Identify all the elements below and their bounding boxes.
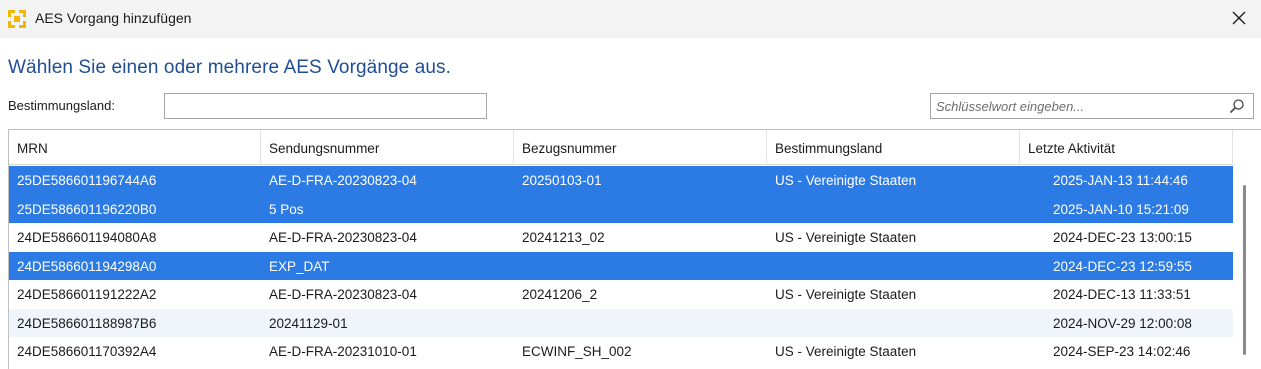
- cell-sendungsnummer: AE-D-FRA-20230823-04: [269, 230, 417, 245]
- scrollbar-thumb[interactable]: [1243, 185, 1246, 355]
- cell-bestimmungsland: US - Vereinigte Staaten: [775, 287, 917, 302]
- cell-mrn: 25DE586601196744A6: [17, 173, 157, 188]
- cell-bezugsnummer: 20241206_2: [522, 287, 598, 302]
- vertical-scrollbar[interactable]: [1233, 130, 1261, 369]
- bestimmungsland-label: Bestimmungsland:: [8, 98, 115, 113]
- table-row[interactable]: 24DE586601170392A4 AE-D-FRA-20231010-01 EC…: [9, 337, 1233, 366]
- column-header-letzte-aktivitaet[interactable]: Letzte Aktivität: [1020, 130, 1233, 165]
- aes-logo-icon: [8, 10, 26, 28]
- title-bar: AES Vorgang hinzufügen: [0, 0, 1261, 38]
- column-header-bezugsnummer[interactable]: Bezugsnummer: [514, 130, 767, 165]
- close-icon: [1232, 11, 1246, 25]
- search-box[interactable]: [930, 93, 1254, 119]
- cell-letzte-aktivitaet: 2024-DEC-23 12:59:55: [1053, 258, 1192, 274]
- cell-sendungsnummer: AE-D-FRA-20231010-01: [269, 344, 417, 359]
- cell-mrn: 24DE586601188987B6: [17, 315, 157, 331]
- cell-bestimmungsland: US - Vereinigte Staaten: [775, 230, 917, 245]
- window-title: AES Vorgang hinzufügen: [35, 10, 192, 26]
- column-header-sendungsnummer[interactable]: Sendungsnummer: [261, 130, 514, 165]
- cell-letzte-aktivitaet: 2024-NOV-29 12:00:08: [1053, 315, 1192, 331]
- table-row[interactable]: 24DE586601194298A0 EXP_DAT 2024-DEC-23 12:…: [9, 251, 1233, 280]
- table-row[interactable]: 24DE586601188987B6 20241129-01 2024-NOV-29…: [9, 308, 1233, 337]
- cell-mrn: 24DE586601191222A2: [17, 287, 157, 302]
- cell-sendungsnummer: EXP_DAT: [269, 258, 330, 274]
- cell-letzte-aktivitaet: 2024-SEP-23 14:02:46: [1053, 344, 1191, 359]
- column-header-mrn[interactable]: MRN: [9, 130, 261, 165]
- cell-bezugsnummer: 20241213_02: [522, 230, 605, 245]
- search-input[interactable]: [931, 94, 1227, 118]
- cell-sendungsnummer: 20241129-01: [269, 315, 348, 331]
- cell-bestimmungsland: US - Vereinigte Staaten: [775, 173, 917, 188]
- cell-bezugsnummer: 20250103-01: [522, 173, 602, 188]
- table-header: MRN Sendungsnummer Bezugsnummer Bestimmu…: [9, 130, 1233, 165]
- table-row[interactable]: 24DE586601191222A2 AE-D-FRA-20230823-04 20…: [9, 280, 1233, 309]
- cell-mrn: 25DE586601196220B0: [17, 201, 157, 217]
- table-row[interactable]: 25DE586601196220B0 5 Pos 2025-JAN-10 15:21…: [9, 194, 1233, 223]
- dialog-heading: Wählen Sie einen oder mehrere AES Vorgän…: [8, 57, 452, 78]
- cell-letzte-aktivitaet: 2025-JAN-13 11:44:46: [1053, 173, 1188, 188]
- aes-dialog-window: AES Vorgang hinzufügen Wählen Sie einen …: [0, 0, 1261, 369]
- cell-mrn: 24DE586601170392A4: [17, 344, 157, 359]
- table-row[interactable]: 24DE586601194080A8 AE-D-FRA-20230823-04 20…: [9, 223, 1233, 252]
- cell-mrn: 24DE586601194080A8: [17, 230, 157, 245]
- close-button[interactable]: [1225, 4, 1253, 32]
- cell-sendungsnummer: AE-D-FRA-20230823-04: [269, 287, 417, 302]
- search-icon[interactable]: [1229, 98, 1245, 114]
- column-header-bestimmungsland[interactable]: Bestimmungsland: [767, 130, 1020, 165]
- cell-letzte-aktivitaet: 2024-DEC-23 13:00:15: [1053, 230, 1192, 245]
- aes-table: MRN Sendungsnummer Bezugsnummer Bestimmu…: [8, 129, 1261, 369]
- table-row[interactable]: 25DE586601196744A6 AE-D-FRA-20230823-04 20…: [9, 166, 1233, 195]
- cell-bezugsnummer: ECWINF_SH_002: [522, 344, 632, 359]
- cell-letzte-aktivitaet: 2025-JAN-10 15:21:09: [1053, 201, 1189, 217]
- cell-letzte-aktivitaet: 2024-DEC-13 11:33:51: [1053, 287, 1191, 302]
- cell-sendungsnummer: 5 Pos: [269, 201, 304, 217]
- cell-sendungsnummer: AE-D-FRA-20230823-04: [269, 173, 417, 188]
- cell-bestimmungsland: US - Vereinigte Staaten: [775, 344, 917, 359]
- cell-mrn: 24DE586601194298A0: [17, 258, 157, 274]
- bestimmungsland-input[interactable]: [164, 93, 487, 119]
